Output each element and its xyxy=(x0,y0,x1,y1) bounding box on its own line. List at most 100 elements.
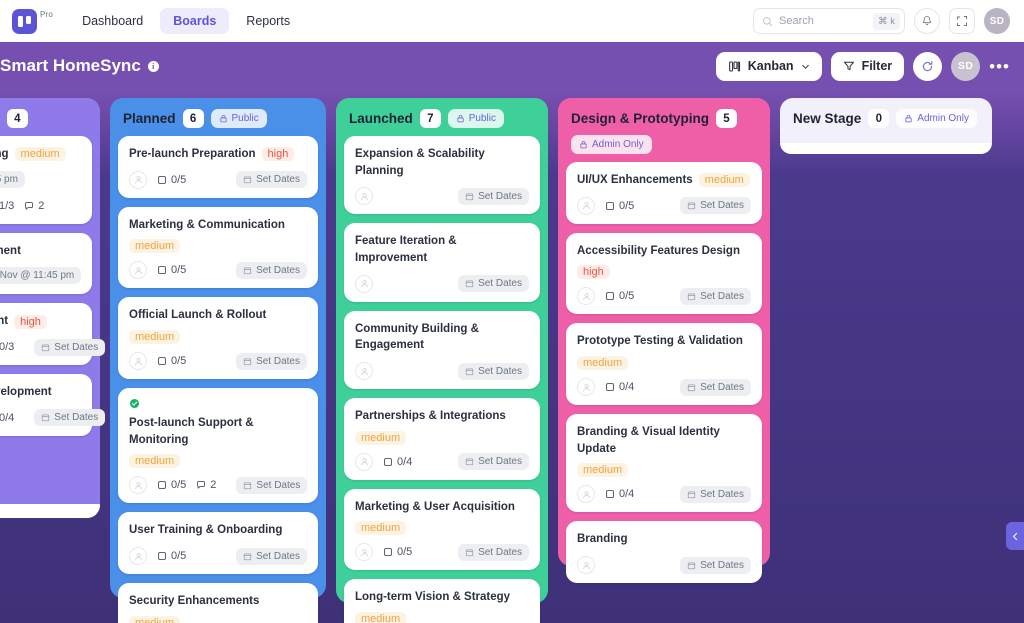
task-card[interactable]: elopment high0/3 Set Dates xyxy=(0,303,106,366)
set-dates-button[interactable]: Set Dates xyxy=(458,187,529,205)
task-card[interactable]: Partnerships & Integrations medium 0/4 Set … xyxy=(344,398,540,480)
task-title: Feature Iteration & Improvement xyxy=(355,235,457,265)
assignee-avatar[interactable] xyxy=(577,556,595,575)
view-selector-kanban[interactable]: Kanban xyxy=(715,51,822,81)
task-card[interactable]: API Development 0/4 Set Dates xyxy=(0,374,106,436)
board-more-menu-button[interactable]: ••• xyxy=(989,58,1010,75)
task-card[interactable]: Long-term Vision & Strategymedium0/3Set … xyxy=(344,579,540,623)
checklist-icon xyxy=(384,548,392,557)
assignee-avatar[interactable] xyxy=(129,352,147,371)
set-dates-button[interactable]: Set Dates xyxy=(680,197,751,215)
checklist-icon xyxy=(606,292,614,301)
task-title-row: Pre-launch Preparation high xyxy=(129,146,307,163)
set-dates-button[interactable]: Set Dates xyxy=(680,378,751,396)
checklist-count: 0/5 xyxy=(157,264,186,276)
task-card[interactable]: Accessibility Features Design high 0/5 Set … xyxy=(566,232,762,315)
assignee-avatar[interactable] xyxy=(355,452,373,471)
assignee-avatar[interactable] xyxy=(129,476,147,495)
task-card[interactable]: Marketing & User Acquisition medium 0/5 Set… xyxy=(344,488,540,571)
app-logo[interactable]: Pro xyxy=(12,8,53,34)
column-header: ...ration4 xyxy=(0,98,100,136)
task-card[interactable]: Branding & Visual Identity Update medium 0… xyxy=(566,414,762,513)
search-box[interactable]: ⌘ k xyxy=(753,8,905,34)
user-avatar[interactable]: SD xyxy=(984,8,1010,34)
task-card[interactable]: Pre-launch Preparation high 0/5 Set Dates xyxy=(118,136,318,198)
task-card[interactable]: Security Enhancementsmedium0/5Set Dates xyxy=(118,583,318,623)
task-card[interactable]: evelopment 8 - 9 Nov @ 11:45 pm xyxy=(0,232,92,295)
assignee-avatar[interactable] xyxy=(577,196,595,215)
column-visibility-badge[interactable]: Public xyxy=(447,109,505,128)
column-header: Launched 7 Public xyxy=(336,98,548,136)
assignee-avatar[interactable] xyxy=(577,378,595,397)
task-title-row: Community Building & Engagement xyxy=(355,321,529,354)
due-date-badge[interactable]: 11:45 pm xyxy=(0,170,25,188)
set-dates-button[interactable]: Set Dates xyxy=(458,275,529,293)
checklist-count-label: 0/5 xyxy=(171,550,187,563)
search-input[interactable] xyxy=(779,15,874,27)
set-dates-button[interactable]: Set Dates xyxy=(458,543,529,561)
filter-button[interactable]: Filter xyxy=(830,51,905,81)
info-icon[interactable]: i xyxy=(147,60,159,72)
column-visibility-badge[interactable]: Admin Only xyxy=(896,109,977,128)
set-dates-button[interactable]: Set Dates xyxy=(236,171,307,189)
task-meta-row: 0/5 Set Dates xyxy=(129,547,307,566)
set-dates-button[interactable]: Set Dates xyxy=(236,352,307,370)
task-card[interactable]: User Training & Onboarding 0/5 Set Dates xyxy=(118,512,318,575)
nav-link-boards[interactable]: Boards xyxy=(160,8,230,34)
task-card[interactable]: Community Building & Engagement Set Dates xyxy=(344,310,540,390)
checklist-count-label: 0/4 xyxy=(619,488,635,501)
column-card-count: 4 xyxy=(6,109,28,128)
task-card[interactable]: Marketing & Communication medium 0/5 Set Da… xyxy=(118,206,318,289)
assignee-avatar[interactable] xyxy=(129,547,147,566)
checklist-count-label: 0/4 xyxy=(0,411,15,424)
sidebar-collapse-button[interactable] xyxy=(1006,522,1024,550)
set-dates-label: Set Dates xyxy=(700,290,744,302)
task-card[interactable]: Expansion & Scalability Planning Set Date… xyxy=(344,136,540,215)
notifications-button[interactable] xyxy=(914,8,940,34)
column-title: Launched xyxy=(349,111,413,126)
set-dates-button[interactable]: Set Dates xyxy=(680,556,751,574)
checklist-icon xyxy=(158,357,166,365)
task-card[interactable]: Feature Iteration & Improvement Set Dates xyxy=(344,223,540,302)
board-member-avatar[interactable]: SD xyxy=(951,51,981,81)
assignee-avatar[interactable] xyxy=(355,362,373,381)
task-card[interactable]: Branding Set Dates xyxy=(566,521,762,584)
due-date-badge[interactable]: 8 - 9 Nov @ 11:45 pm xyxy=(0,267,82,285)
assignee-avatar[interactable] xyxy=(129,170,147,189)
assignee-avatar[interactable] xyxy=(355,187,373,206)
fullscreen-button[interactable] xyxy=(949,8,975,34)
board-column: Design & Prototyping 5 Admin Only UI/UX Enh… xyxy=(558,98,770,584)
set-dates-label: Set Dates xyxy=(256,174,300,186)
task-card[interactable]: Post-launch Support & Monitoring medium 0/… xyxy=(118,388,318,504)
set-dates-button[interactable]: Set Dates xyxy=(680,485,751,503)
column-visibility-badge[interactable]: Admin Only xyxy=(571,135,652,154)
nav-link-reports[interactable]: Reports xyxy=(233,8,303,34)
set-dates-button[interactable]: Set Dates xyxy=(458,362,529,380)
task-card[interactable]: Official Launch & Rollout medium 0/5 Set Da… xyxy=(118,297,318,380)
column-footer-add-area[interactable] xyxy=(0,504,100,518)
task-card[interactable]: Prototype Testing & Validation medium 0/4 S… xyxy=(566,323,762,406)
column-footer-add-area[interactable] xyxy=(780,143,992,154)
calendar-icon xyxy=(687,293,696,300)
assignee-avatar[interactable] xyxy=(577,287,595,306)
assignee-avatar[interactable] xyxy=(355,274,373,293)
set-dates-button[interactable]: Set Dates xyxy=(236,547,307,565)
task-card[interactable]: & Testing medium 11:45 pm 1/3 2 xyxy=(0,136,92,224)
set-dates-label: Set Dates xyxy=(478,278,522,290)
set-dates-button[interactable]: Set Dates xyxy=(34,409,106,427)
task-card[interactable]: UI/UX Enhancements medium 0/5 Set Dates xyxy=(566,162,762,224)
nav-link-dashboard[interactable]: Dashboard xyxy=(69,8,156,34)
refresh-button[interactable] xyxy=(913,51,943,81)
checklist-icon xyxy=(384,457,392,466)
set-dates-button[interactable]: Set Dates xyxy=(458,453,529,471)
assignee-avatar[interactable] xyxy=(577,485,595,504)
set-dates-button[interactable]: Set Dates xyxy=(236,261,307,279)
set-dates-button[interactable]: Set Dates xyxy=(236,476,308,494)
set-dates-button[interactable]: Set Dates xyxy=(680,287,751,305)
set-dates-button[interactable]: Set Dates xyxy=(34,338,106,356)
column-visibility-badge[interactable]: Public xyxy=(210,109,267,128)
assignee-placeholder-icon xyxy=(134,266,142,275)
assignee-avatar[interactable] xyxy=(355,543,373,562)
assignee-avatar[interactable] xyxy=(129,261,147,280)
priority-badge: medium xyxy=(577,356,629,371)
